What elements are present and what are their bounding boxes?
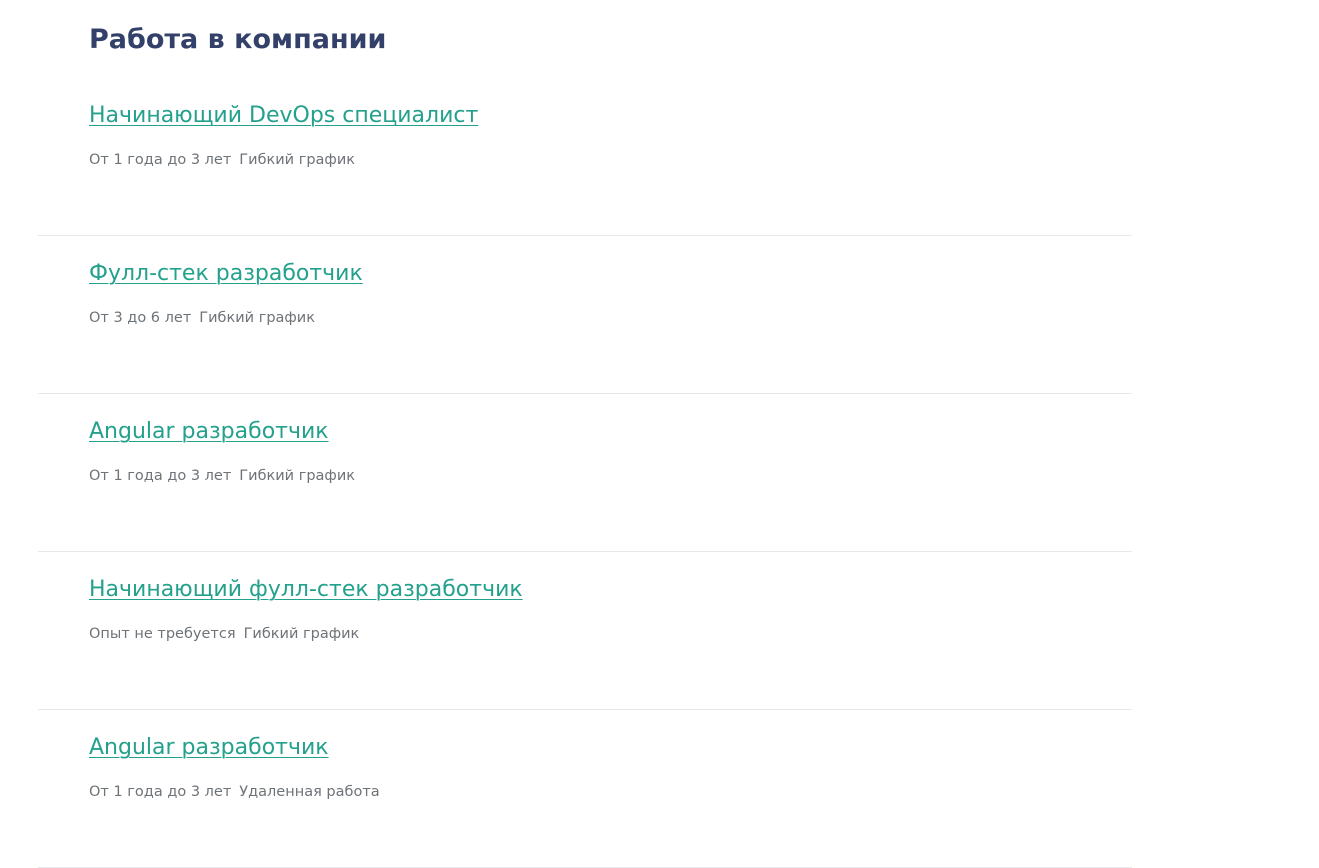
vacancy-experience: От 3 до 6 лет: [89, 310, 192, 326]
vacancy-list: Начинающий DevOps специалист От 1 года д…: [38, 78, 1132, 868]
vacancy-title-link[interactable]: Начинающий фулл-стек разработчик: [89, 574, 523, 606]
vacancy-meta: От 1 года до 3 лет Гибкий график: [89, 466, 355, 486]
vacancy-schedule: Гибкий график: [239, 468, 356, 484]
vacancy-schedule: Гибкий график: [239, 152, 356, 168]
vacancy-schedule: Гибкий график: [199, 310, 315, 326]
vacancy-item: Angular разработчик От 1 года до 3 лет Уд…: [38, 710, 1132, 868]
page-title: Работа в компании: [89, 24, 387, 55]
vacancy-experience: От 1 года до 3 лет: [89, 468, 232, 484]
vacancy-title-link[interactable]: Angular разработчик: [89, 732, 329, 764]
vacancy-item: Начинающий DevOps специалист От 1 года д…: [38, 78, 1132, 236]
vacancy-title-link[interactable]: Angular разработчик: [89, 416, 329, 448]
vacancy-title-link[interactable]: Фулл-стек разработчик: [89, 258, 363, 290]
vacancy-item: Angular разработчик От 1 года до 3 лет Ги…: [38, 394, 1132, 552]
vacancy-experience: Опыт не требуется: [89, 626, 236, 642]
vacancy-meta: От 1 года до 3 лет Удаленная работа: [89, 782, 380, 802]
vacancy-meta: От 1 года до 3 лет Гибкий график: [89, 150, 355, 170]
vacancy-meta: От 3 до 6 лет Гибкий график: [89, 308, 315, 328]
vacancy-schedule: Гибкий график: [243, 626, 360, 642]
vacancy-experience: От 1 года до 3 лет: [89, 152, 232, 168]
vacancy-meta: Опыт не требуется Гибкий график: [89, 624, 359, 644]
vacancy-item: Фулл-стек разработчик От 3 до 6 лет Гибки…: [38, 236, 1132, 394]
vacancy-experience: От 1 года до 3 лет: [89, 784, 232, 800]
vacancy-schedule: Удаленная работа: [239, 784, 380, 800]
vacancy-item: Начинающий фулл-стек разработчик Опыт не…: [38, 552, 1132, 710]
vacancy-title-link[interactable]: Начинающий DevOps специалист: [89, 100, 478, 132]
